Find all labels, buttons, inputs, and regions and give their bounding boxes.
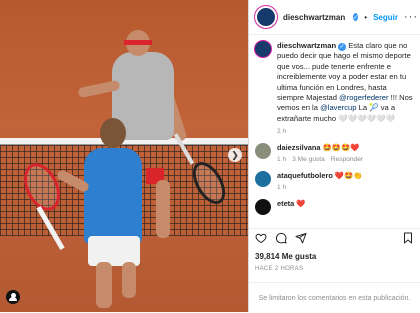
federer-legs <box>156 180 170 238</box>
comments-list: dieschwartzman ✓ Esta claro que no puedo … <box>249 35 420 227</box>
posted-time: HACE 2 HORAS <box>255 266 304 272</box>
schwartzman-figure <box>84 148 142 244</box>
mention-link[interactable]: @lavercup <box>320 103 356 112</box>
likes-count[interactable]: 39,814 Me gusta <box>255 252 316 261</box>
avatar[interactable] <box>255 6 277 28</box>
caption-time[interactable]: 2 h <box>277 128 414 135</box>
comment-row: ataquefutbolero ❤️🤩👏 1 h <box>255 171 414 191</box>
schwartzman-head <box>100 118 126 148</box>
comment-text: eteta ❤️ <box>277 199 306 209</box>
likes-number: 39,814 <box>255 252 280 261</box>
comment-body: ❤️ <box>296 199 306 209</box>
comments-limited-notice: Se limitaron los comentarios en esta pub… <box>249 282 420 313</box>
comment-username[interactable]: ataquefutbolero <box>277 171 333 180</box>
mention-link[interactable]: @rogerfederer <box>339 93 389 102</box>
schwartzman-leg <box>96 262 112 308</box>
comment-time[interactable]: 1 h <box>277 184 363 191</box>
comment-username[interactable]: daiezsilvana <box>277 143 321 152</box>
avatar[interactable] <box>255 41 271 57</box>
verified-badge-icon: ✓ <box>338 43 347 52</box>
post-header: dieschwartzman ✓ • Seguir ··· <box>249 0 420 35</box>
caption-row: dieschwartzman ✓ Esta claro que no puedo … <box>255 41 414 135</box>
comment-text: ataquefutbolero ❤️🤩👏 <box>277 171 363 181</box>
bookmark-icon[interactable] <box>402 232 414 246</box>
user-tag-icon[interactable] <box>6 290 20 304</box>
comment-meta: 1 h 3 Me gusta Responder <box>277 156 363 163</box>
comment-time[interactable]: 1 h <box>277 156 286 163</box>
more-dots-icon[interactable]: ··· <box>404 11 418 23</box>
avatar[interactable] <box>255 199 271 216</box>
heart-icon[interactable] <box>255 232 267 246</box>
comment-text: daiezsilvana 🤩🤩🤩❤️ <box>277 143 363 153</box>
reply-button[interactable]: Responder <box>331 156 363 163</box>
verified-badge-icon: ✓ <box>353 13 359 21</box>
comment-body: ❤️🤩👏 <box>334 171 363 181</box>
comment-likes[interactable]: 3 Me gusta <box>292 156 325 163</box>
caption-text: dieschwartzman ✓ Esta claro que no puedo … <box>277 41 414 124</box>
comment-row: eteta ❤️ <box>255 199 414 216</box>
instagram-post: ❯ dieschwartzman ✓ • Seguir ··· dieschwa… <box>0 0 420 312</box>
comment-icon[interactable] <box>275 232 287 246</box>
caption-username[interactable]: dieschwartzman <box>277 41 336 50</box>
federer-headband <box>124 40 152 45</box>
chevron-right-icon[interactable]: ❯ <box>228 148 242 162</box>
avatar[interactable] <box>255 171 271 188</box>
share-icon[interactable] <box>295 232 307 246</box>
comment-body: 🤩🤩🤩❤️ <box>322 143 360 153</box>
comment-username[interactable]: eteta <box>277 199 294 208</box>
username[interactable]: dieschwartzman <box>283 13 345 22</box>
avatar[interactable] <box>255 143 271 160</box>
post-photo[interactable]: ❯ <box>0 0 248 312</box>
follow-button[interactable]: Seguir <box>373 13 398 22</box>
separator-dot: • <box>364 12 368 22</box>
schwartzman-leg <box>122 262 136 298</box>
post-side-panel: dieschwartzman ✓ • Seguir ··· dieschwart… <box>248 0 420 312</box>
comment-row: daiezsilvana 🤩🤩🤩❤️ 1 h 3 Me gusta Responde… <box>255 143 414 163</box>
likes-label: Me gusta <box>281 252 317 261</box>
action-bar <box>249 228 420 248</box>
